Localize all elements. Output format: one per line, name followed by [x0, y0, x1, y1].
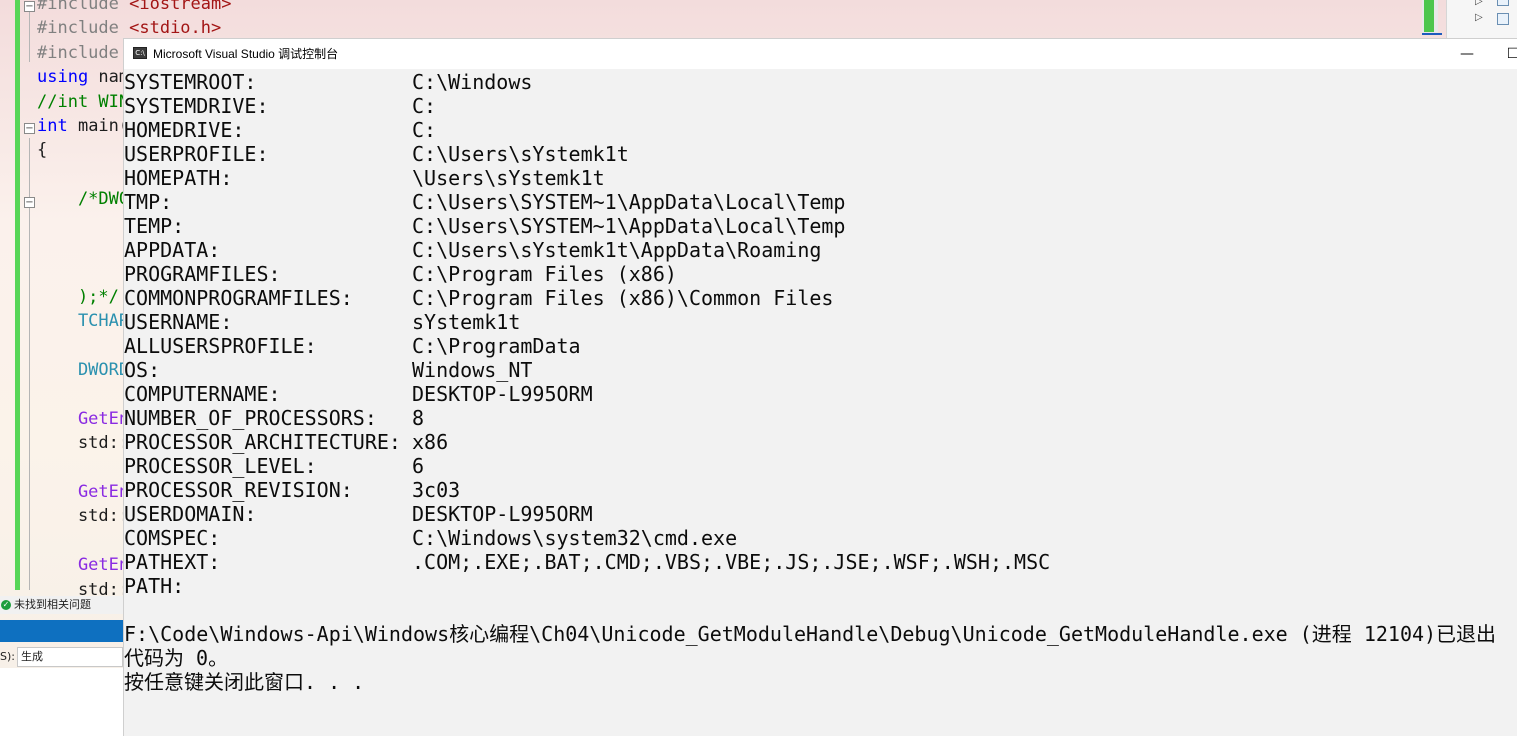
output-source-dropdown[interactable]: 生成: [17, 647, 123, 667]
check-circle-icon: ✓: [1, 600, 11, 610]
env-var-value: C:: [412, 94, 437, 118]
code-line[interactable]: #include <iostream>: [37, 0, 231, 16]
code-line[interactable]: std::: [37, 504, 129, 528]
env-var-value: sYstemk1t: [412, 310, 521, 334]
code-line[interactable]: DWORD: [37, 358, 129, 382]
code-token: <stdio.h>: [129, 18, 222, 39]
code-line[interactable]: std::: [37, 431, 129, 455]
code-token: #include: [37, 0, 130, 14]
console-app-icon: C:\: [133, 47, 147, 59]
issues-status[interactable]: ✓ 未找到相关问题: [0, 596, 123, 614]
collapse-icon[interactable]: −: [24, 197, 35, 208]
console-output[interactable]: SYSTEMROOT: C:\Windows SYSTEMDRIVE: C: HOMED…: [124, 70, 1517, 736]
code-token: #include: [37, 42, 130, 63]
code-line[interactable]: TCHAR: [37, 309, 129, 333]
scrollbar-position-marker: [1422, 33, 1442, 35]
env-var-name: PATH:: [124, 574, 185, 598]
code-token: {: [37, 140, 48, 161]
change-indicator-bar: [15, 0, 20, 590]
output-panel-header: [0, 620, 123, 642]
env-var-name: USERDOMAIN:: [124, 502, 257, 526]
env-var-value: DESKTOP-L995ORM: [412, 382, 593, 406]
code-token: TCHAR: [37, 311, 130, 332]
env-var-name: PROCESSOR_LEVEL:: [124, 454, 317, 478]
code-line[interactable]: {: [37, 138, 47, 162]
env-var-name: COMSPEC:: [124, 526, 221, 550]
env-var-value: C:\Windows: [412, 70, 533, 94]
code-token: int: [37, 116, 78, 136]
env-var-value: x86: [412, 430, 449, 454]
code-token: DWORD: [37, 360, 130, 380]
env-var-name: PATHEXT:: [124, 550, 221, 574]
env-var-value: C:\Users\SYSTEM~1\AppData\Local\Temp: [412, 214, 846, 238]
env-var-name: TEMP:: [124, 214, 185, 238]
minimize-button[interactable]: —: [1444, 39, 1490, 69]
window-title: Microsoft Visual Studio 调试控制台: [153, 47, 339, 61]
env-var-value: 6: [412, 454, 425, 478]
code-line[interactable]: #include <stdio.h>: [37, 16, 221, 40]
collapse-icon[interactable]: −: [24, 1, 35, 12]
code-token: <iostream>: [129, 0, 232, 14]
env-var-name: OS:: [124, 358, 161, 382]
env-var-name: SYSTEMROOT:: [124, 70, 257, 94]
output-source-label: S):: [0, 650, 15, 663]
env-var-value: 3c03: [412, 478, 461, 502]
scrollbar-change-marker: [1424, 0, 1434, 32]
env-var-name: PROCESSOR_ARCHITECTURE:: [124, 430, 401, 454]
env-var-name: APPDATA:: [124, 238, 221, 262]
env-var-value: .COM;.EXE;.BAT;.CMD;.VBS;.VBE;.JS;.JSE;.…: [412, 550, 1051, 574]
press-any-key-line: 按任意键关闭此窗口. . .: [124, 670, 365, 694]
env-var-value: C:\Users\sYstemk1t: [412, 142, 629, 166]
env-var-name: COMMONPROGRAMFILES:: [124, 286, 353, 310]
code-token: std::: [37, 506, 130, 527]
output-panel-body: [0, 668, 123, 736]
exit-code-line: 代码为 0。: [124, 646, 229, 670]
exit-message-line: F:\Code\Windows-Api\Windows核心编程\Ch04\Uni…: [124, 622, 1497, 646]
env-var-name: PROCESSOR_REVISION:: [124, 478, 353, 502]
env-var-name: TMP:: [124, 190, 173, 214]
expand-arrow-icon[interactable]: ▷: [1475, 12, 1483, 23]
file-icon: [1497, 0, 1509, 6]
env-var-value: C:\Windows\system32\cmd.exe: [412, 526, 738, 550]
env-var-name: COMPUTERNAME:: [124, 382, 281, 406]
file-icon: [1497, 13, 1509, 25]
outline-guide: [29, 12, 30, 62]
code-line[interactable]: );*/: [37, 285, 119, 309]
env-var-value: Windows_NT: [412, 358, 533, 382]
env-var-value: C:: [412, 118, 437, 142]
env-var-name: PROGRAMFILES:: [124, 262, 281, 286]
code-token: std::: [37, 433, 130, 454]
debug-console-window[interactable]: C:\ Microsoft Visual Studio 调试控制台 — ☐ SY…: [123, 38, 1517, 736]
env-var-value: C:\Users\sYstemk1t\AppData\Roaming: [412, 238, 822, 262]
issues-status-text: 未找到相关问题: [14, 598, 91, 611]
env-var-name: USERNAME:: [124, 310, 233, 334]
env-var-name: HOMEDRIVE:: [124, 118, 245, 142]
env-var-value: DESKTOP-L995ORM: [412, 502, 593, 526]
env-var-value: C:\Program Files (x86)\Common Files: [412, 286, 834, 310]
env-var-name: NUMBER_OF_PROCESSORS:: [124, 406, 377, 430]
env-var-name: ALLUSERSPROFILE:: [124, 334, 317, 358]
code-token: );*/: [37, 286, 119, 307]
maximize-button[interactable]: ☐: [1490, 39, 1517, 69]
env-var-value: 8: [412, 406, 425, 430]
code-token: #include: [37, 18, 130, 39]
expand-arrow-icon[interactable]: ▷: [1475, 0, 1483, 7]
env-var-name: USERPROFILE:: [124, 142, 269, 166]
env-var-value: \Users\sYstemk1t: [412, 166, 605, 190]
title-bar[interactable]: C:\ Microsoft Visual Studio 调试控制台 — ☐: [124, 39, 1517, 69]
env-var-value: C:\Users\SYSTEM~1\AppData\Local\Temp: [412, 190, 846, 214]
env-var-value: C:\ProgramData: [412, 334, 581, 358]
output-source-value: 生成: [21, 650, 43, 663]
env-var-name: SYSTEMDRIVE:: [124, 94, 269, 118]
env-var-value: C:\Program Files (x86): [412, 262, 677, 286]
code-token: using: [37, 67, 99, 88]
collapse-icon[interactable]: −: [24, 123, 35, 134]
env-var-name: HOMEPATH:: [124, 166, 233, 190]
output-source-row: S): 生成: [0, 646, 123, 668]
